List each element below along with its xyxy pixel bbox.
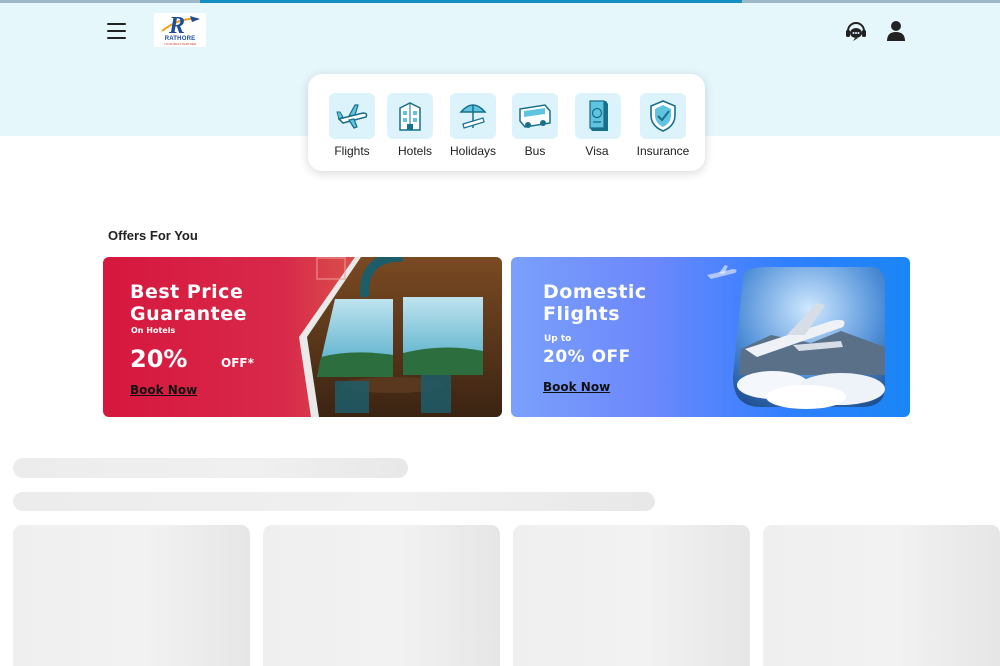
service-label: Bus	[524, 144, 546, 158]
hotel-banner-subline: On Hotels	[131, 326, 176, 335]
skeleton-heading	[13, 458, 408, 478]
page-load-progress	[0, 0, 1000, 3]
airplane-icon	[329, 93, 375, 139]
user-account-icon[interactable]	[886, 20, 906, 42]
skeleton-card	[13, 525, 250, 666]
service-holidays[interactable]: Holidays	[441, 93, 505, 163]
bus-icon	[512, 93, 558, 139]
hotel-banner-line2: Guarantee	[130, 303, 248, 325]
logo-letter: R	[169, 13, 186, 39]
customer-support-icon[interactable]	[845, 20, 867, 42]
hotel-book-now-link[interactable]: Book Now	[130, 383, 197, 397]
service-label: Insurance	[636, 144, 690, 158]
flight-banner-line1: Domestic	[543, 281, 647, 303]
service-label: Visa	[585, 144, 609, 158]
service-selector-card: Flights Hotels Holidays Bus Visa Insuran…	[308, 74, 705, 171]
service-visa[interactable]: Visa	[565, 93, 629, 163]
flight-banner-discount: 20% OFF	[543, 347, 631, 367]
hotel-banner-line1: Best Price	[130, 281, 244, 303]
service-label: Hotels	[397, 144, 432, 158]
hotel-banner-discount: 20%	[130, 345, 188, 373]
service-hotels[interactable]: Hotels	[383, 93, 447, 163]
skeleton-card	[513, 525, 750, 666]
hotel-banner-off: OFF*	[221, 356, 254, 370]
flight-banner-line2: Flights	[543, 303, 621, 325]
service-bus[interactable]: Bus	[503, 93, 567, 163]
passport-icon	[575, 93, 621, 139]
page: R RATHORE YOUR BEST PARTNER Flights Hote…	[0, 0, 1000, 666]
offers-section-title: Offers For You	[108, 228, 198, 243]
hamburger-menu-icon[interactable]	[104, 19, 130, 43]
hotel-offer-banner[interactable]: Best Price Guarantee On Hotels 20% OFF* …	[103, 257, 502, 417]
skeleton-card	[763, 525, 1000, 666]
shield-check-icon	[640, 93, 686, 139]
flight-book-now-link[interactable]: Book Now	[543, 380, 610, 394]
flight-offer-banner[interactable]: Domestic Flights Up to 20% OFF Book Now	[511, 257, 910, 417]
brand-logo[interactable]: R RATHORE YOUR BEST PARTNER	[154, 13, 206, 47]
flight-banner-upto: Up to	[544, 334, 572, 344]
skeleton-subheading	[13, 492, 655, 511]
hotel-icon	[387, 93, 433, 139]
service-flights[interactable]: Flights	[320, 93, 384, 163]
logo-tagline: YOUR BEST PARTNER	[163, 42, 197, 46]
service-label: Flights	[334, 144, 370, 158]
service-insurance[interactable]: Insurance	[631, 93, 695, 163]
service-label: Holidays	[449, 144, 497, 158]
page-load-progress-fill	[200, 0, 742, 3]
beach-umbrella-icon	[450, 93, 496, 139]
skeleton-card	[263, 525, 500, 666]
